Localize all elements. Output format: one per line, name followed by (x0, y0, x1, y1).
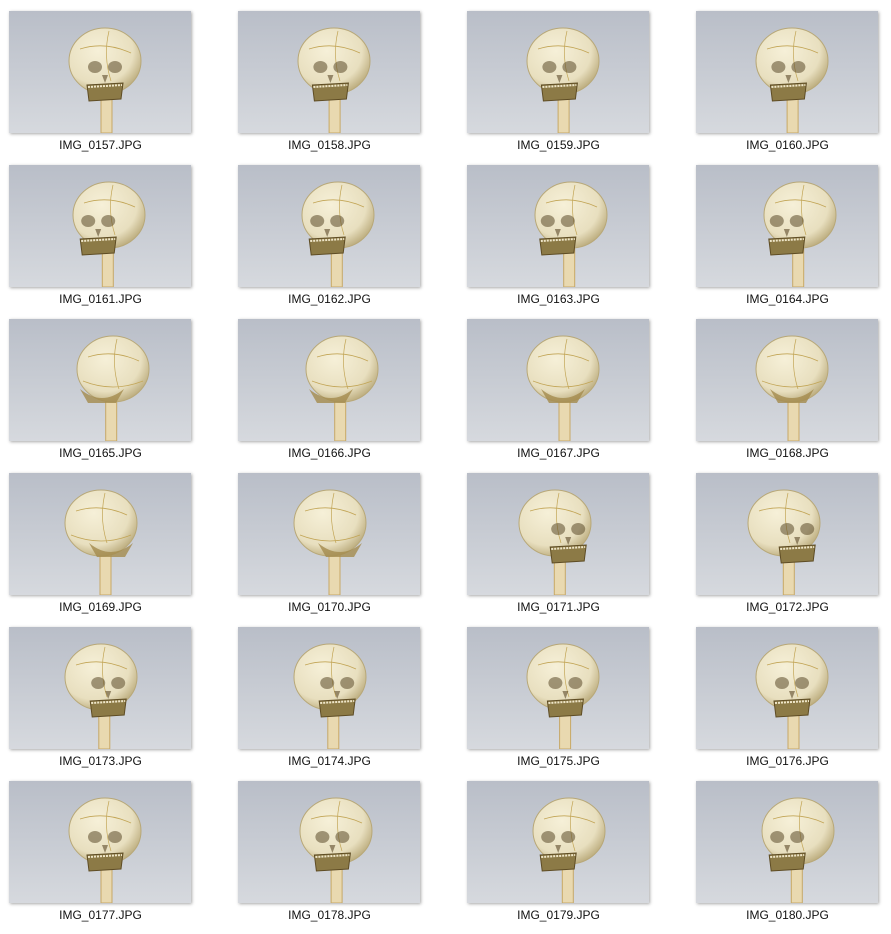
file-item[interactable]: IMG_0166.JPG (229, 308, 458, 462)
skull-photo-thumbnail[interactable] (467, 627, 649, 749)
file-name-label: IMG_0174.JPG (288, 754, 371, 768)
file-item[interactable]: IMG_0172.JPG (687, 462, 891, 616)
skull-photo-thumbnail[interactable] (696, 781, 878, 903)
skull-photo-thumbnail[interactable] (467, 781, 649, 903)
skull-photo-thumbnail[interactable] (238, 319, 420, 441)
skull-photo-thumbnail[interactable] (696, 627, 878, 749)
file-name-label: IMG_0178.JPG (288, 908, 371, 922)
skull-photo-thumbnail[interactable] (467, 11, 649, 133)
file-item[interactable]: IMG_0158.JPG (229, 0, 458, 154)
file-name-label: IMG_0179.JPG (517, 908, 600, 922)
file-name-label: IMG_0173.JPG (59, 754, 142, 768)
skull-photo-thumbnail[interactable] (9, 627, 191, 749)
file-name-label: IMG_0165.JPG (59, 446, 142, 460)
file-item[interactable]: IMG_0167.JPG (458, 308, 687, 462)
file-item[interactable]: IMG_0160.JPG (687, 0, 891, 154)
skull-photo-thumbnail[interactable] (9, 165, 191, 287)
file-item[interactable]: IMG_0171.JPG (458, 462, 687, 616)
file-item[interactable]: IMG_0176.JPG (687, 616, 891, 770)
skull-photo-thumbnail[interactable] (696, 319, 878, 441)
file-item[interactable]: IMG_0161.JPG (0, 154, 229, 308)
file-name-label: IMG_0167.JPG (517, 446, 600, 460)
file-name-label: IMG_0177.JPG (59, 908, 142, 922)
skull-photo-thumbnail[interactable] (696, 165, 878, 287)
skull-photo-thumbnail[interactable] (238, 165, 420, 287)
file-name-label: IMG_0170.JPG (288, 600, 371, 614)
file-name-label: IMG_0164.JPG (746, 292, 829, 306)
file-name-label: IMG_0160.JPG (746, 138, 829, 152)
file-item[interactable]: IMG_0173.JPG (0, 616, 229, 770)
file-name-label: IMG_0161.JPG (59, 292, 142, 306)
file-name-label: IMG_0163.JPG (517, 292, 600, 306)
file-item[interactable]: IMG_0159.JPG (458, 0, 687, 154)
skull-photo-thumbnail[interactable] (696, 11, 878, 133)
file-name-label: IMG_0157.JPG (59, 138, 142, 152)
file-item[interactable]: IMG_0177.JPG (0, 770, 229, 924)
skull-photo-thumbnail[interactable] (238, 781, 420, 903)
skull-photo-thumbnail[interactable] (467, 319, 649, 441)
file-item[interactable]: IMG_0179.JPG (458, 770, 687, 924)
file-name-label: IMG_0180.JPG (746, 908, 829, 922)
file-item[interactable]: IMG_0162.JPG (229, 154, 458, 308)
file-name-label: IMG_0168.JPG (746, 446, 829, 460)
skull-photo-thumbnail[interactable] (467, 473, 649, 595)
file-name-label: IMG_0166.JPG (288, 446, 371, 460)
file-thumbnail-grid: IMG_0157.JPG IMG_0158.JPG IMG_0159.JPG IMG_… (0, 0, 891, 934)
skull-photo-thumbnail[interactable] (9, 319, 191, 441)
skull-photo-thumbnail[interactable] (9, 11, 191, 133)
skull-photo-thumbnail[interactable] (238, 11, 420, 133)
file-name-label: IMG_0162.JPG (288, 292, 371, 306)
file-item[interactable]: IMG_0165.JPG (0, 308, 229, 462)
skull-photo-thumbnail[interactable] (238, 627, 420, 749)
file-item[interactable]: IMG_0174.JPG (229, 616, 458, 770)
file-item[interactable]: IMG_0180.JPG (687, 770, 891, 924)
file-name-label: IMG_0159.JPG (517, 138, 600, 152)
file-name-label: IMG_0158.JPG (288, 138, 371, 152)
file-name-label: IMG_0175.JPG (517, 754, 600, 768)
file-item[interactable]: IMG_0169.JPG (0, 462, 229, 616)
file-item[interactable]: IMG_0157.JPG (0, 0, 229, 154)
file-item[interactable]: IMG_0164.JPG (687, 154, 891, 308)
skull-photo-thumbnail[interactable] (238, 473, 420, 595)
file-item[interactable]: IMG_0175.JPG (458, 616, 687, 770)
file-name-label: IMG_0169.JPG (59, 600, 142, 614)
file-name-label: IMG_0176.JPG (746, 754, 829, 768)
file-item[interactable]: IMG_0168.JPG (687, 308, 891, 462)
skull-photo-thumbnail[interactable] (9, 781, 191, 903)
file-item[interactable]: IMG_0163.JPG (458, 154, 687, 308)
file-item[interactable]: IMG_0170.JPG (229, 462, 458, 616)
file-name-label: IMG_0171.JPG (517, 600, 600, 614)
file-item[interactable]: IMG_0178.JPG (229, 770, 458, 924)
file-name-label: IMG_0172.JPG (746, 600, 829, 614)
skull-photo-thumbnail[interactable] (9, 473, 191, 595)
skull-photo-thumbnail[interactable] (467, 165, 649, 287)
skull-photo-thumbnail[interactable] (696, 473, 878, 595)
